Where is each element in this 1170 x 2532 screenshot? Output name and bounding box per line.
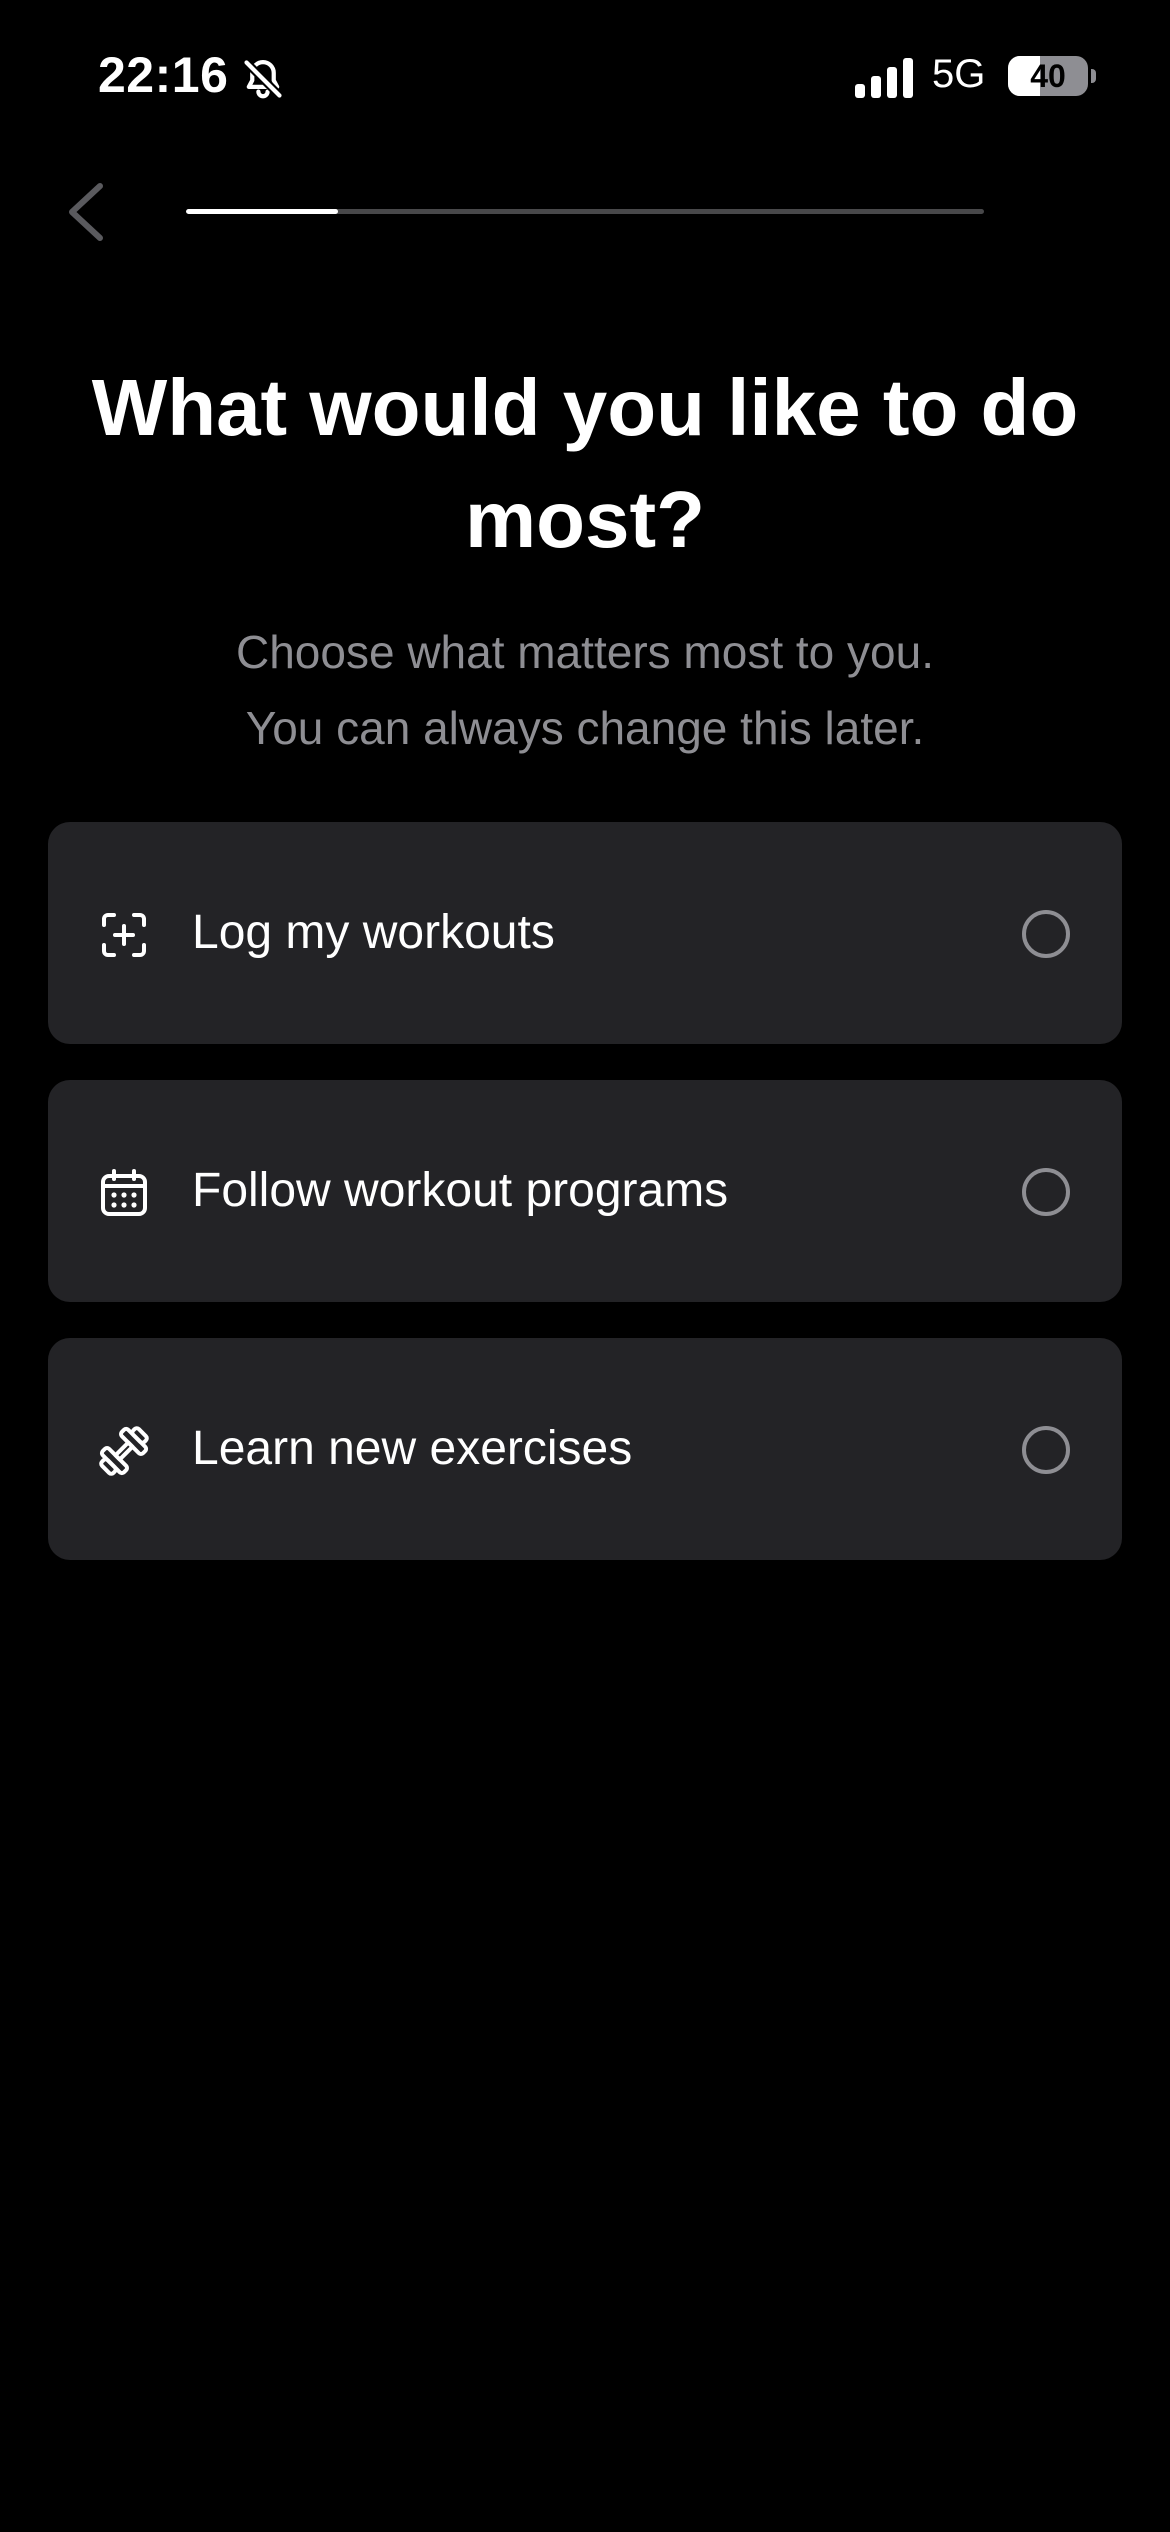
dumbbell-icon bbox=[99, 1426, 149, 1476]
option-label: Follow workout programs bbox=[192, 1164, 729, 1217]
subtitle-line-1: Choose what matters most to you. bbox=[236, 626, 934, 678]
option-radio[interactable] bbox=[1022, 1168, 1070, 1216]
battery-cap bbox=[1091, 69, 1096, 83]
option-label: Learn new exercises bbox=[192, 1422, 633, 1475]
option-label: Log my workouts bbox=[192, 906, 555, 959]
subtitle-line-2: You can always change this later. bbox=[245, 702, 925, 754]
option-follow-programs[interactable]: Follow workout programs bbox=[48, 1080, 1122, 1302]
network-type: 5G bbox=[932, 52, 986, 96]
battery-icon: 40 bbox=[1008, 56, 1088, 96]
cellular-signal-icon bbox=[855, 58, 913, 98]
progress-fill bbox=[186, 209, 338, 214]
option-radio[interactable] bbox=[1022, 1426, 1070, 1474]
back-button[interactable] bbox=[58, 176, 122, 248]
calendar-icon bbox=[101, 1169, 147, 1216]
option-radio[interactable] bbox=[1022, 910, 1070, 958]
add-frame-icon bbox=[102, 913, 146, 957]
status-bar: 22:16 5G 40 bbox=[0, 0, 1170, 150]
battery-level: 40 bbox=[1030, 58, 1066, 94]
onboarding-progress-bar bbox=[186, 209, 984, 214]
page-title: What would you like to do most? bbox=[91, 363, 1079, 564]
option-log-workouts[interactable]: Log my workouts bbox=[48, 822, 1122, 1044]
option-list: Log my workouts Follow workout programs bbox=[48, 822, 1122, 1596]
page-subtitle: Choose what matters most to you. You can… bbox=[80, 614, 1090, 766]
bell-slash-icon bbox=[242, 58, 284, 100]
option-learn-exercises[interactable]: Learn new exercises bbox=[48, 1338, 1122, 1560]
chevron-left-icon bbox=[69, 183, 103, 241]
status-time: 22:16 bbox=[98, 47, 229, 103]
